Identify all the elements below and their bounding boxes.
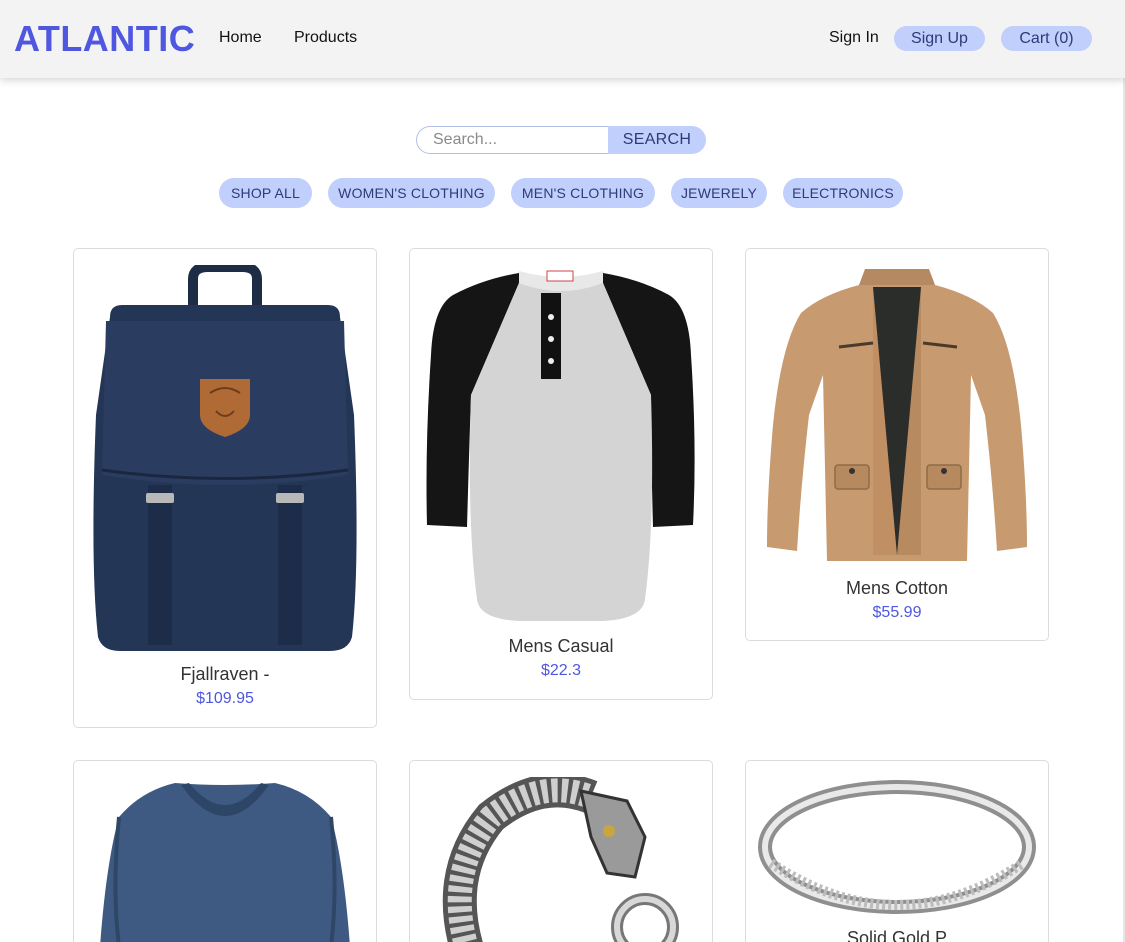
- product-card[interactable]: [73, 760, 377, 942]
- navbar: ATLANTIC Home Products Sign In Sign Up C…: [0, 0, 1125, 78]
- product-title: Solid Gold P: [846, 928, 948, 942]
- search-bar: SEARCH: [416, 126, 706, 154]
- product-title: Fjallraven -: [180, 664, 270, 684]
- search-button[interactable]: SEARCH: [608, 126, 706, 154]
- product-title: Mens Casual: [508, 636, 614, 656]
- nav-products-link[interactable]: Products: [294, 28, 357, 48]
- category-mens-clothing[interactable]: MEN'S CLOTHING: [511, 178, 655, 208]
- dragon-bracelet-image: [410, 777, 712, 942]
- product-card[interactable]: Mens Casual $22.3: [409, 248, 713, 700]
- category-jewelery[interactable]: JEWERELY: [671, 178, 767, 208]
- raglan-shirt-image: [410, 265, 712, 625]
- product-price: $55.99: [872, 604, 922, 621]
- sign-up-button[interactable]: Sign Up: [894, 26, 985, 51]
- product-card[interactable]: Fjallraven - $109.95: [73, 248, 377, 728]
- product-title: Mens Cotton: [845, 578, 949, 598]
- category-shop-all[interactable]: SHOP ALL: [219, 178, 312, 208]
- product-card[interactable]: Mens Cotton $55.99: [745, 248, 1049, 641]
- category-womens-clothing[interactable]: WOMEN'S CLOTHING: [328, 178, 495, 208]
- search-input[interactable]: [416, 126, 611, 154]
- brand-logo[interactable]: ATLANTIC: [14, 19, 195, 59]
- vneck-shirt-image: [74, 777, 376, 942]
- backpack-image: [74, 265, 376, 653]
- silver-ring-image: [746, 771, 1048, 921]
- product-card[interactable]: [409, 760, 713, 942]
- jacket-image: [746, 265, 1048, 565]
- nav-home-link[interactable]: Home: [219, 28, 262, 48]
- product-price: $22.3: [540, 662, 582, 679]
- category-electronics[interactable]: ELECTRONICS: [783, 178, 903, 208]
- product-price: $109.95: [196, 690, 254, 707]
- page: ATLANTIC Home Products Sign In Sign Up C…: [0, 0, 1125, 942]
- sign-in-link[interactable]: Sign In: [829, 28, 879, 48]
- product-card[interactable]: Solid Gold P: [745, 760, 1049, 942]
- cart-button[interactable]: Cart (0): [1001, 26, 1092, 51]
